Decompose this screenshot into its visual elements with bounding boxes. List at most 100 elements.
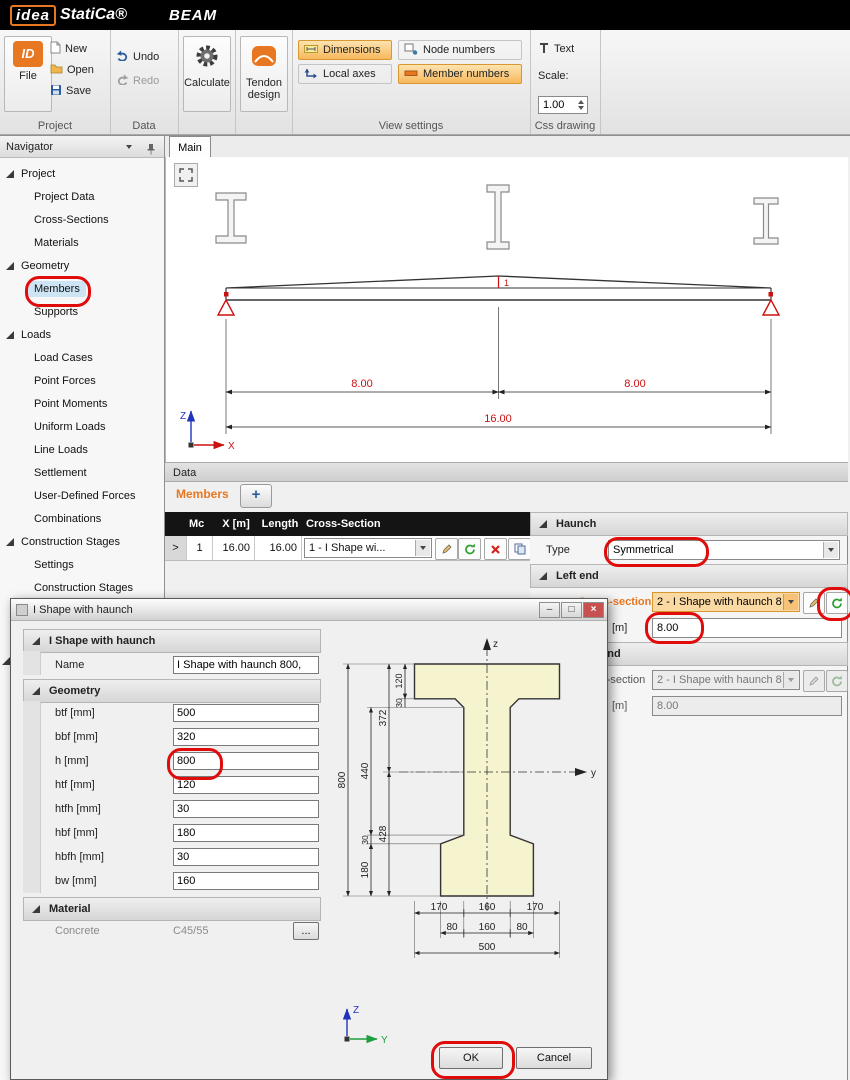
left-end-section-header[interactable]: Left end <box>530 564 848 588</box>
shape-section-header[interactable]: I Shape with haunch <box>23 629 321 653</box>
idea-statica-beam-window: idea StatiCa® BEAM ID File New Open Save… <box>0 0 850 1080</box>
close-button[interactable]: × <box>583 602 604 618</box>
beam-drawing-canvas[interactable]: 1 8.00 8.00 16.00 Z X <box>165 157 848 462</box>
save-button[interactable]: Save <box>50 82 106 100</box>
material-section-header[interactable]: Material <box>23 897 321 921</box>
nav-item-materials[interactable]: Materials <box>34 233 79 253</box>
app-name-label: BEAM <box>169 7 217 24</box>
h-input[interactable] <box>173 752 319 770</box>
dimensions-toggle[interactable]: Dimensions <box>298 40 392 60</box>
navigator-header[interactable]: Navigator <box>0 136 164 158</box>
nav-item-combinations[interactable]: Combinations <box>34 509 101 529</box>
node-numbers-toggle[interactable]: Node numbers <box>398 40 522 60</box>
nav-item-cross-sections[interactable]: Cross-Sections <box>34 210 109 230</box>
tendon-design-button-label: Tendon design <box>241 77 287 101</box>
nav-section-construction-stages[interactable]: Construction Stages <box>6 532 120 552</box>
member-cross-section-dropdown[interactable]: 1 - I Shape wi... <box>304 538 432 558</box>
add-member-button[interactable]: + <box>240 484 272 508</box>
dim-bottom-haunch: 30 <box>360 835 370 845</box>
haunch-header-label: Haunch <box>556 518 596 530</box>
ok-button[interactable]: OK <box>439 1047 503 1069</box>
tab-main[interactable]: Main <box>169 136 211 158</box>
nav-item-construction-stages[interactable]: Construction Stages <box>34 578 133 598</box>
refresh-cross-section-button[interactable] <box>458 538 481 560</box>
nav-section-geometry[interactable]: Geometry <box>6 256 69 276</box>
edit-left-cross-section-button[interactable] <box>803 592 825 614</box>
ribbon-group-css-label: Css drawing <box>530 120 600 132</box>
nav-item-settlement[interactable]: Settlement <box>34 463 87 483</box>
nav-item-load-cases[interactable]: Load Cases <box>34 348 93 368</box>
left-cross-section-dropdown[interactable]: 2 - I Shape with haunch 8 <box>652 592 800 612</box>
col-header-mc[interactable]: Mc <box>189 512 213 536</box>
save-button-label: Save <box>66 85 91 97</box>
delete-member-button[interactable] <box>484 538 507 560</box>
right-cross-section-dropdown[interactable]: 2 - I Shape with haunch 8 <box>652 670 800 690</box>
hbf-input[interactable] <box>173 824 319 842</box>
expander-icon[interactable] <box>2 657 10 665</box>
col-header-length[interactable]: Length <box>257 512 303 536</box>
file-button[interactable]: ID File <box>4 36 52 112</box>
chevron-down-icon[interactable] <box>415 540 430 556</box>
bw-input[interactable] <box>173 872 319 890</box>
cross-section-dialog[interactable]: I Shape with haunch – □ × I Shape with h… <box>10 598 608 1080</box>
nav-section-project[interactable]: Project <box>6 164 55 184</box>
nav-item-point-forces[interactable]: Point Forces <box>34 371 96 391</box>
hbfh-input[interactable] <box>173 848 319 866</box>
bbf-input[interactable] <box>173 728 319 746</box>
htfh-input[interactable] <box>173 800 319 818</box>
nav-item-point-moments[interactable]: Point Moments <box>34 394 107 414</box>
member-numbers-toggle[interactable]: Member numbers <box>398 64 522 84</box>
member-x-cell[interactable]: 16.00 <box>213 536 255 560</box>
nav-item-settings[interactable]: Settings <box>34 555 74 575</box>
col-header-cross-section[interactable]: Cross-Section <box>306 512 456 536</box>
navigator-dropdown-icon[interactable] <box>126 145 132 149</box>
right-haunch-length-input: 8.00 <box>652 696 842 716</box>
minimize-button[interactable]: – <box>539 602 560 618</box>
new-button-label: New <box>65 43 87 55</box>
maximize-button[interactable]: □ <box>561 602 582 618</box>
haunch-type-dropdown[interactable]: Symmetrical <box>608 540 840 560</box>
member-table-row[interactable]: > 1 16.00 16.00 1 - I Shape wi... <box>165 536 530 561</box>
col-header-x[interactable]: X [m] <box>215 512 257 536</box>
copy-member-button[interactable] <box>508 538 531 560</box>
name-input[interactable] <box>173 656 319 674</box>
nav-section-construction-label: Construction Stages <box>21 536 120 548</box>
idea-file-icon: ID <box>13 41 43 67</box>
nav-item-user-defined-forces[interactable]: User-Defined Forces <box>34 486 135 506</box>
nav-item-members[interactable]: Members <box>28 279 86 299</box>
text-toggle[interactable]: Text <box>538 40 592 58</box>
dialog-titlebar[interactable]: I Shape with haunch – □ × <box>11 599 607 621</box>
nav-section-geometry-label: Geometry <box>21 260 69 272</box>
nav-section-loads[interactable]: Loads <box>6 325 51 345</box>
nav-item-project-data[interactable]: Project Data <box>34 187 95 207</box>
open-button-label: Open <box>67 64 94 76</box>
left-haunch-length-input[interactable]: 8.00 <box>652 618 842 638</box>
cancel-button[interactable]: Cancel <box>516 1047 592 1069</box>
edit-cross-section-button[interactable] <box>435 538 458 560</box>
nav-item-supports[interactable]: Supports <box>34 302 78 322</box>
redo-button[interactable]: Redo <box>116 72 174 90</box>
member-length-cell[interactable]: 16.00 <box>255 536 302 560</box>
nav-item-uniform-loads[interactable]: Uniform Loads <box>34 417 106 437</box>
material-browse-button[interactable]: ... <box>293 922 319 940</box>
geometry-section-header[interactable]: Geometry <box>23 679 321 703</box>
new-button[interactable]: New <box>50 40 106 58</box>
pin-icon[interactable] <box>146 141 156 163</box>
zoom-fit-button[interactable] <box>174 163 198 187</box>
local-axes-toggle[interactable]: Local axes <box>298 64 392 84</box>
haunch-section-header[interactable]: Haunch <box>530 512 848 536</box>
refresh-left-cross-section-button[interactable] <box>826 592 848 614</box>
htf-input[interactable] <box>173 776 319 794</box>
tendon-design-button[interactable]: Tendon design <box>240 36 288 112</box>
undo-button[interactable]: Undo <box>116 48 174 66</box>
nav-item-line-loads[interactable]: Line Loads <box>34 440 88 460</box>
chevron-down-icon[interactable] <box>823 542 838 558</box>
haunch-type-label: Type <box>546 538 570 562</box>
open-button[interactable]: Open <box>50 61 106 79</box>
calculate-button[interactable]: Calculate <box>183 36 231 112</box>
dimensions-toggle-label: Dimensions <box>323 44 380 56</box>
btf-input[interactable] <box>173 704 319 722</box>
scale-spinner[interactable] <box>574 97 587 113</box>
node-right <box>769 292 774 297</box>
chevron-down-icon[interactable] <box>783 594 798 610</box>
